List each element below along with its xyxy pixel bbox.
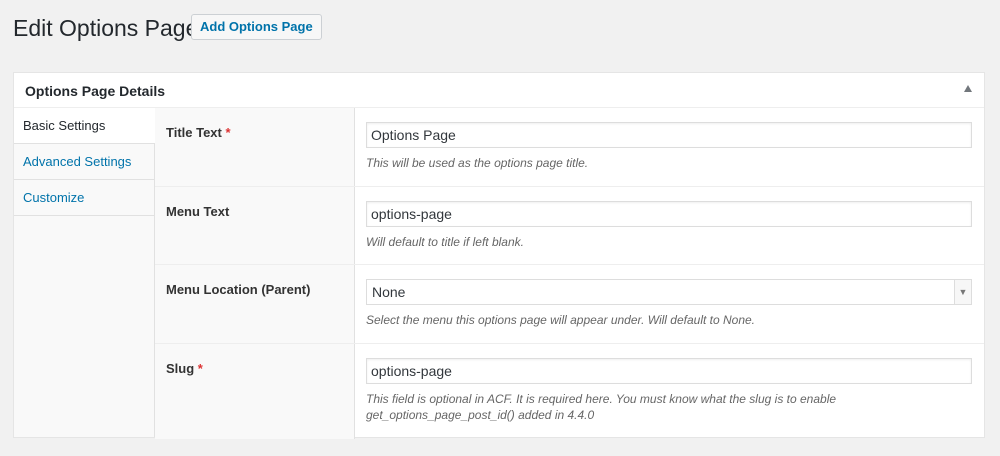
field-description: This field is optional in ACF. It is req… [366, 391, 972, 423]
menu-text-input[interactable] [366, 201, 972, 227]
tab-customize[interactable]: Customize [14, 180, 154, 216]
fields-table: Title Text * This will be used as the op… [155, 108, 984, 439]
settings-tabs: Basic Settings Advanced Settings Customi… [14, 108, 155, 437]
field-description: Will default to title if left blank. [366, 235, 524, 249]
chevron-down-icon[interactable]: ▼ [954, 280, 971, 304]
tab-advanced-settings[interactable]: Advanced Settings [14, 144, 154, 180]
slug-input[interactable] [366, 358, 972, 384]
field-label-menu-text: Menu Text [155, 187, 355, 264]
description-line: This field is optional in ACF. It is req… [366, 392, 837, 406]
label-text: Title Text [166, 125, 222, 140]
label-text: Menu Text [166, 204, 230, 219]
field-label-title-text: Title Text * [155, 108, 355, 186]
field-description: Select the menu this options page will a… [366, 313, 756, 327]
field-description: This will be used as the options page ti… [366, 156, 589, 170]
label-text: Slug [166, 361, 195, 376]
label-text: Menu Location (Parent) [166, 282, 311, 297]
options-page-details-panel: Options Page Details Basic Settings Adva… [13, 72, 985, 439]
description-line: get_options_page_post_id() added in 4.4.… [366, 408, 595, 422]
field-row-title-text: Title Text * This will be used as the op… [155, 108, 984, 187]
page-title: Edit Options Page [13, 15, 199, 41]
panel-title: Options Page Details [25, 83, 166, 99]
menu-location-select[interactable]: None ▼ [366, 279, 972, 305]
field-row-menu-location: Menu Location (Parent) None ▼ Select the… [155, 265, 984, 344]
tab-basic-settings[interactable]: Basic Settings [14, 108, 155, 144]
title-text-input[interactable] [366, 122, 972, 148]
triangle-up-icon[interactable] [964, 85, 972, 92]
required-marker: * [197, 361, 203, 376]
field-label-menu-location: Menu Location (Parent) [155, 265, 355, 343]
add-options-page-button[interactable]: Add Options Page [191, 14, 322, 40]
panel-header[interactable]: Options Page Details [14, 73, 984, 108]
select-value: None [372, 284, 406, 300]
field-label-slug: Slug * [155, 344, 355, 439]
field-row-menu-text: Menu Text Will default to title if left … [155, 187, 984, 265]
field-row-slug: Slug * This field is optional in ACF. It… [155, 344, 984, 439]
required-marker: * [225, 125, 231, 140]
